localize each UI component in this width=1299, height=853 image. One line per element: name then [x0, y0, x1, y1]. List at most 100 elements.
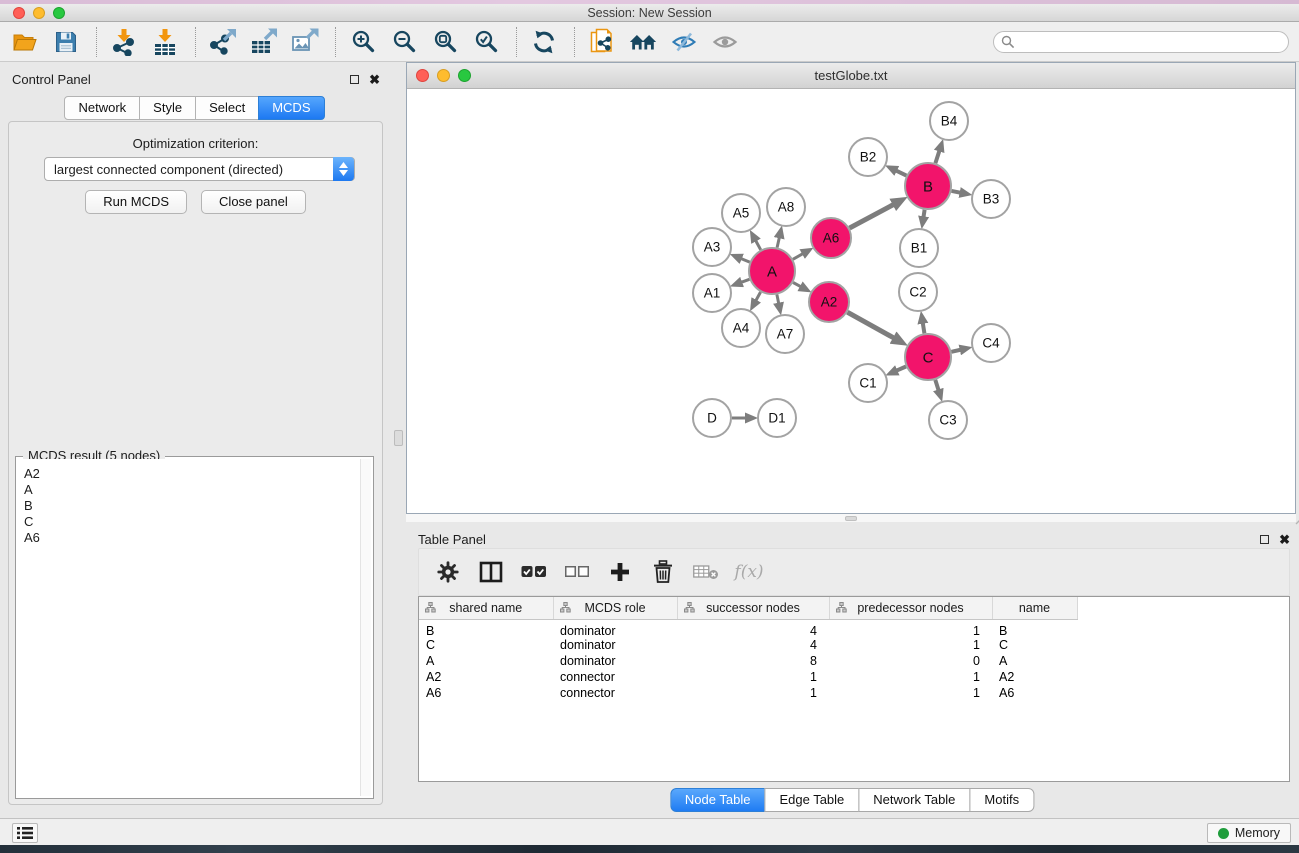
column-header-MCDS-role[interactable]: MCDS role	[553, 597, 677, 619]
tab-edge-table[interactable]: Edge Table	[764, 788, 859, 812]
export-table-icon[interactable]	[249, 25, 279, 59]
home-panels-icon[interactable]	[628, 25, 658, 59]
close-panel-icon[interactable]: ✖	[369, 75, 380, 84]
graph-node-A3[interactable]: A3	[693, 228, 731, 266]
graph-edge-A-A3[interactable]	[740, 258, 750, 262]
add-column-icon[interactable]	[605, 555, 635, 589]
run-mcds-button[interactable]: Run MCDS	[85, 190, 187, 214]
tab-motifs[interactable]: Motifs	[969, 788, 1034, 812]
graph-node-B1[interactable]: B1	[900, 229, 938, 267]
deselect-all-icon[interactable]	[562, 555, 592, 589]
graph-node-A4[interactable]: A4	[722, 309, 760, 347]
node-table[interactable]: shared nameMCDS rolesuccessor nodesprede…	[418, 596, 1290, 782]
graph-node-A1[interactable]: A1	[693, 274, 731, 312]
task-history-button[interactable]	[12, 823, 38, 843]
float-table-panel-icon[interactable]	[1260, 535, 1269, 544]
graph-edge-B-B1[interactable]	[923, 210, 924, 219]
delete-column-icon[interactable]	[648, 555, 678, 589]
graph-edge-A-A2[interactable]	[793, 283, 802, 288]
eye-icon[interactable]	[710, 25, 740, 59]
close-table-panel-icon[interactable]: ✖	[1279, 535, 1290, 544]
graph-edge-A-A5[interactable]	[755, 240, 761, 250]
tab-network[interactable]: Network	[64, 96, 140, 120]
column-split-icon[interactable]	[476, 555, 506, 589]
divider-handle[interactable]	[845, 516, 857, 521]
graph-edge-B-B2[interactable]	[895, 170, 906, 176]
search-field[interactable]	[993, 31, 1289, 53]
graph-node-D[interactable]: D	[693, 399, 731, 437]
table-row-A2[interactable]: A2connector11A2	[419, 669, 1289, 685]
zoom-selected-icon[interactable]	[471, 25, 501, 59]
open-session-icon[interactable]	[10, 25, 40, 59]
tab-style[interactable]: Style	[139, 96, 196, 120]
panel-divider-handle[interactable]	[394, 430, 403, 446]
new-network-from-selection-icon[interactable]	[587, 25, 617, 59]
graph-edge-B-B4[interactable]	[935, 150, 939, 164]
mcds-result-item[interactable]: A	[24, 482, 359, 498]
graph-node-A[interactable]: A	[749, 248, 795, 294]
graph-node-C1[interactable]: C1	[849, 364, 887, 402]
graph-edge-A2-C[interactable]	[847, 312, 894, 338]
graph-node-A8[interactable]: A8	[767, 188, 805, 226]
tab-network-table[interactable]: Network Table	[858, 788, 970, 812]
graph-node-C[interactable]: C	[905, 334, 951, 380]
graph-edge-C-C1[interactable]	[896, 367, 907, 372]
settings-gear-icon[interactable]	[433, 555, 463, 589]
column-header-successor-nodes[interactable]: successor nodes	[677, 597, 829, 619]
graph-node-A2[interactable]: A2	[809, 282, 849, 322]
graph-edge-B-B3[interactable]	[952, 191, 962, 193]
zoom-out-icon[interactable]	[389, 25, 419, 59]
table-row-B[interactable]: Bdominator41B	[419, 619, 1289, 638]
scrollbar[interactable]	[360, 459, 371, 796]
graph-edge-C-C4[interactable]	[951, 350, 961, 352]
graph-edge-A-A7[interactable]	[777, 295, 779, 305]
eye-slash-icon[interactable]	[669, 25, 699, 59]
table-row-C[interactable]: Cdominator41C	[419, 638, 1289, 654]
graph-node-B2[interactable]: B2	[849, 138, 887, 176]
mcds-result-item[interactable]: B	[24, 498, 359, 514]
memory-button[interactable]: Memory	[1207, 823, 1291, 843]
graph-node-D1[interactable]: D1	[758, 399, 796, 437]
graph-node-B4[interactable]: B4	[930, 102, 968, 140]
graph-edge-C-C2[interactable]	[923, 322, 925, 334]
mcds-result-item[interactable]: C	[24, 514, 359, 530]
graph-edge-A-A4[interactable]	[755, 292, 760, 302]
network-canvas[interactable]: A A5A8 A3 A1A4A7 A6 A2 B B2 B4 B3 B1 C C2 C4 C1 C3 D D1	[407, 89, 1295, 513]
search-input[interactable]	[1019, 33, 1288, 51]
graph-node-B3[interactable]: B3	[972, 180, 1010, 218]
optimization-criterion-select[interactable]: largest connected component (directed)	[44, 157, 355, 181]
fit-content-icon[interactable]	[430, 25, 460, 59]
graph-edge-A-A8[interactable]	[777, 236, 780, 247]
graph-edge-C-C3[interactable]	[935, 380, 939, 392]
mcds-result-item[interactable]: A2	[24, 466, 359, 482]
close-panel-button[interactable]: Close panel	[201, 190, 306, 214]
tab-select[interactable]: Select	[195, 96, 259, 120]
zoom-in-icon[interactable]	[348, 25, 378, 59]
graph-edge-A-A1[interactable]	[740, 279, 749, 282]
float-panel-icon[interactable]	[350, 75, 359, 84]
import-network-icon[interactable]	[109, 25, 139, 59]
column-header-shared-name[interactable]: shared name	[419, 597, 553, 619]
tab-mcds[interactable]: MCDS	[258, 96, 324, 120]
export-image-icon[interactable]	[290, 25, 320, 59]
graph-node-C4[interactable]: C4	[972, 324, 1010, 362]
import-table-icon[interactable]	[150, 25, 180, 59]
mcds-result-item[interactable]: A6	[24, 530, 359, 546]
graph-node-C3[interactable]: C3	[929, 401, 967, 439]
table-row-A[interactable]: Adominator80A	[419, 653, 1289, 669]
column-header-name[interactable]: name	[992, 597, 1077, 619]
refresh-icon[interactable]	[529, 25, 559, 59]
graph-node-A7[interactable]: A7	[766, 315, 804, 353]
save-session-icon[interactable]	[51, 25, 81, 59]
graph-edge-A-A6[interactable]	[793, 253, 804, 259]
graph-node-B[interactable]: B	[905, 163, 951, 209]
column-header-predecessor-nodes[interactable]: predecessor nodes	[829, 597, 992, 619]
table-row-A6[interactable]: A6connector11A6	[419, 685, 1289, 701]
graph-edge-A6-B[interactable]	[850, 204, 895, 228]
export-network-icon[interactable]	[208, 25, 238, 59]
select-all-icon[interactable]	[519, 555, 549, 589]
graph-node-A5[interactable]: A5	[722, 194, 760, 232]
graph-node-A6[interactable]: A6	[811, 218, 851, 258]
network-window-titlebar[interactable]: testGlobe.txt	[407, 63, 1295, 89]
graph-node-C2[interactable]: C2	[899, 273, 937, 311]
